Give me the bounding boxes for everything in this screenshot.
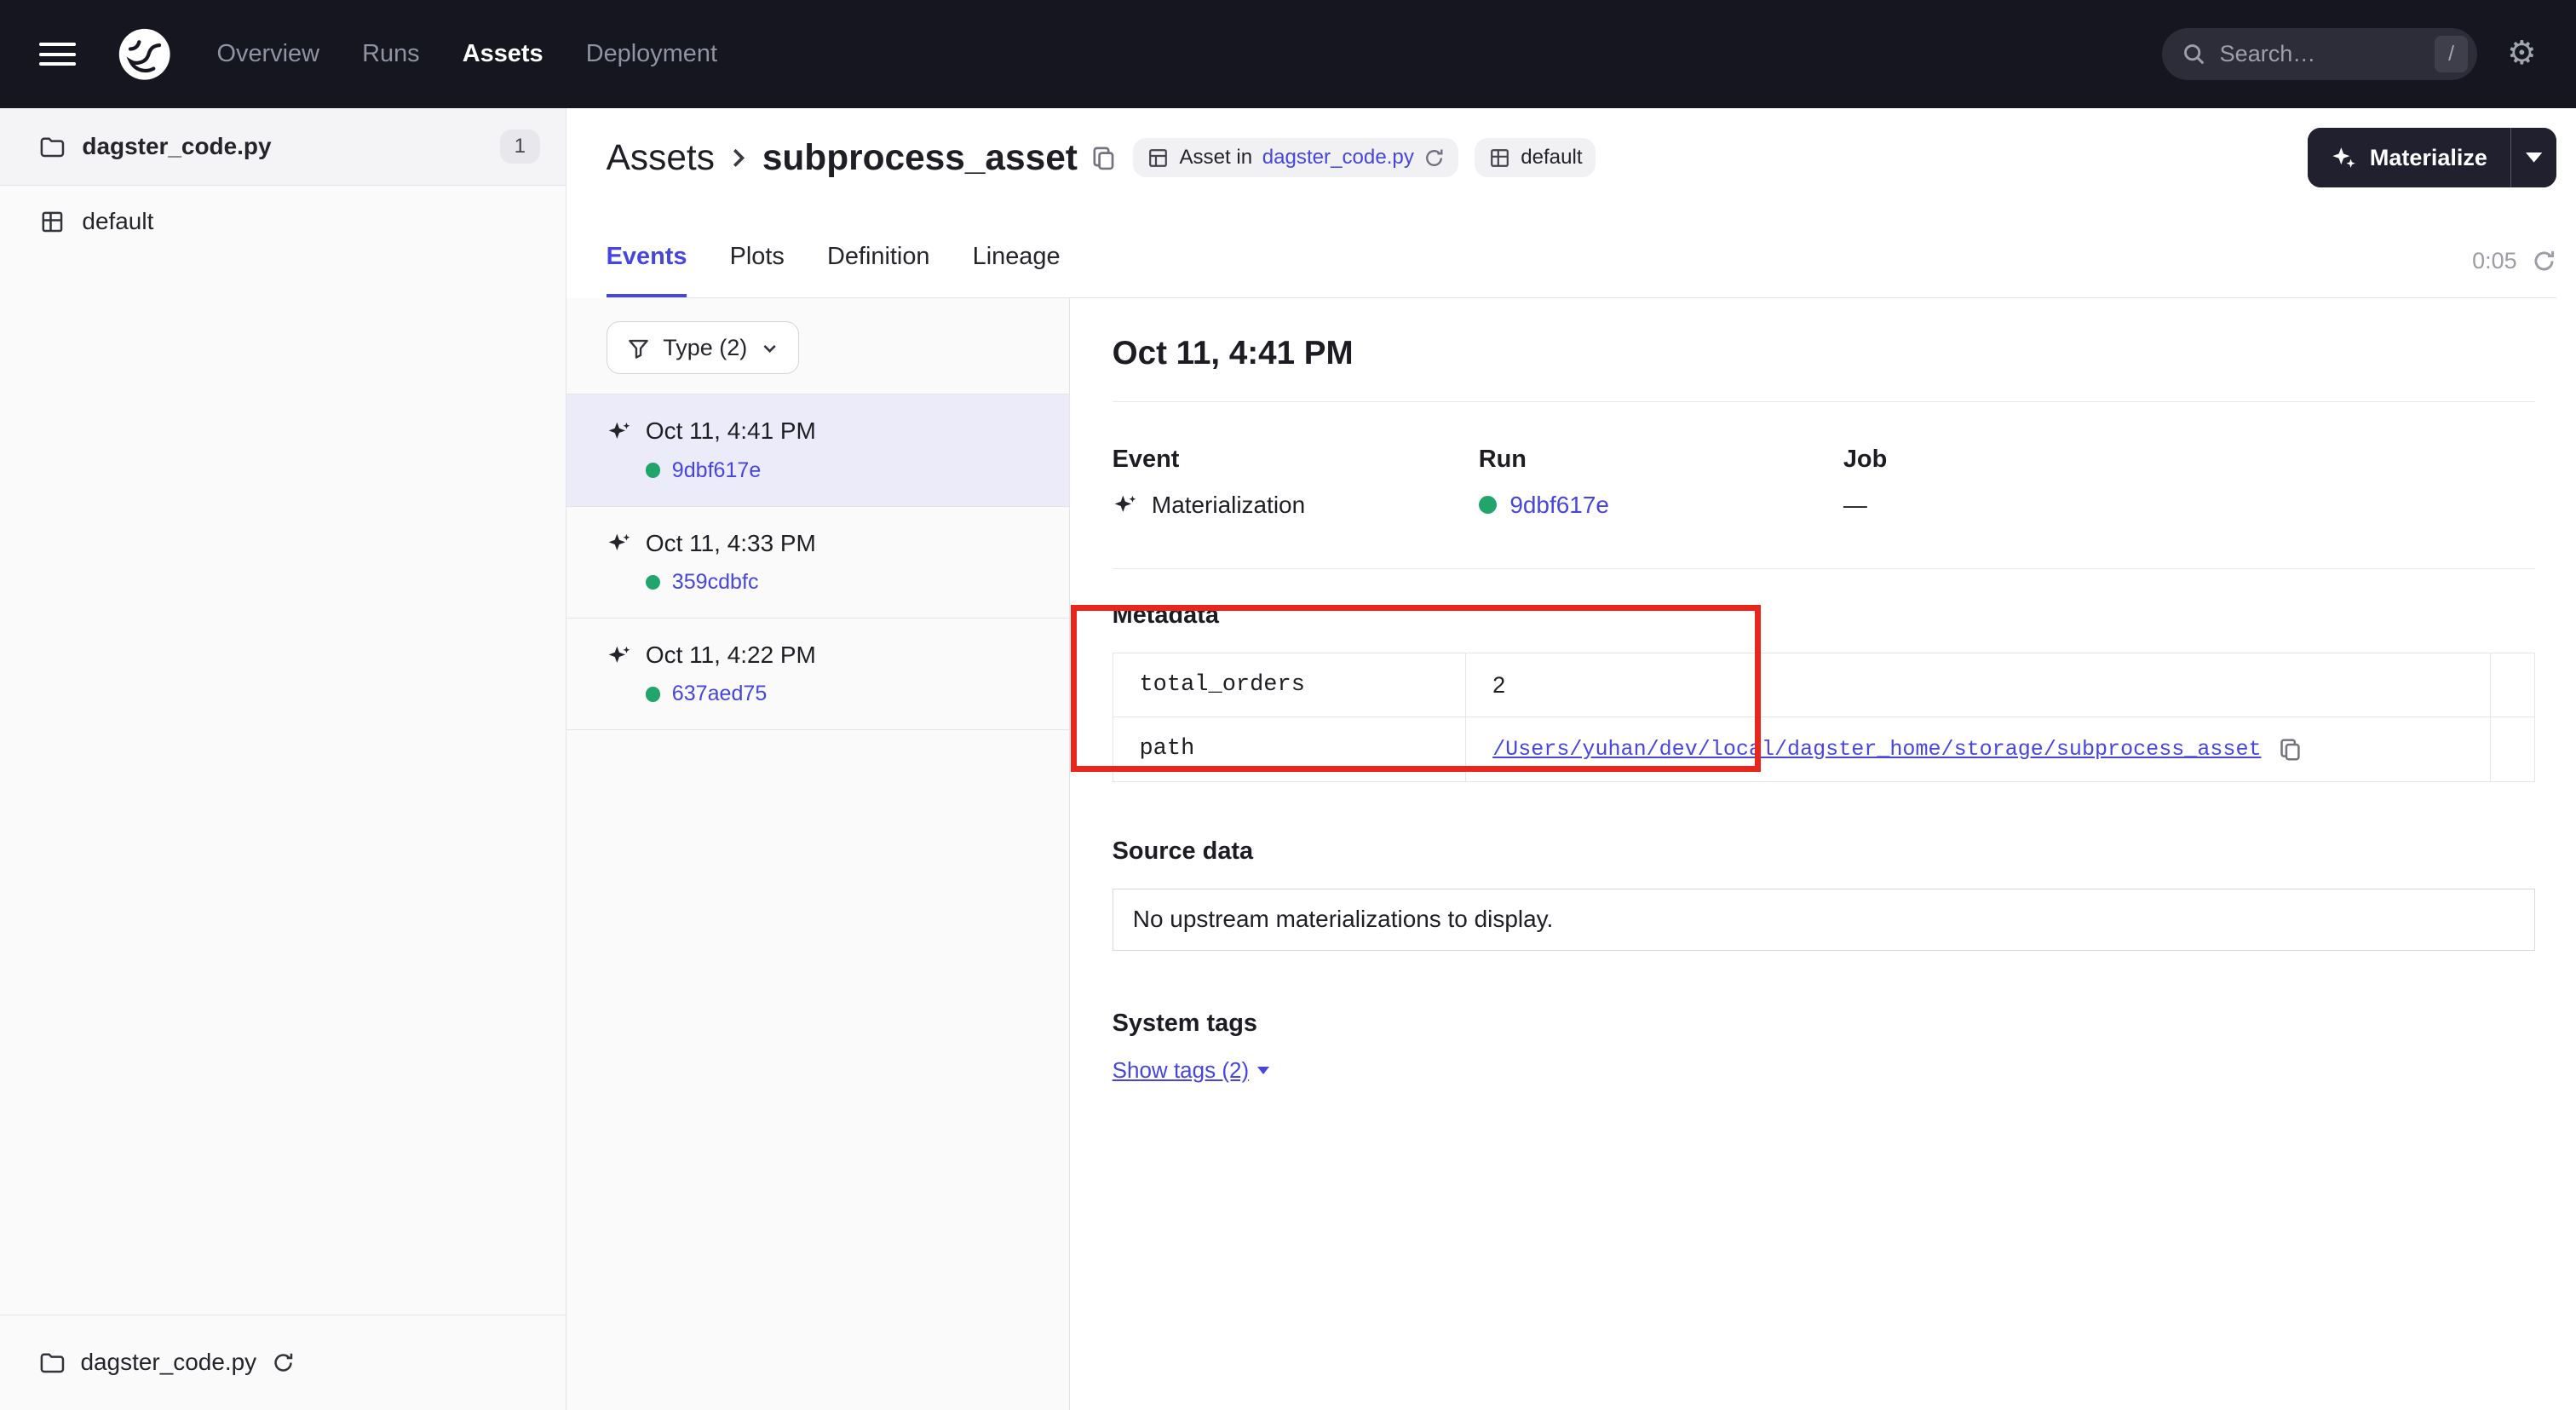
- table-row: path /Users/yuhan/dev/local/dagster_home…: [1113, 717, 2534, 781]
- type-filter-label: Type (2): [663, 335, 747, 361]
- settings-gear-icon[interactable]: ⚙: [2507, 37, 2537, 71]
- asset-group-icon: [39, 209, 66, 235]
- run-status-dot: [1479, 496, 1497, 514]
- page-title: subprocess_asset: [762, 137, 1078, 178]
- source-data-empty-message: No upstream materializations to display.: [1113, 889, 2535, 951]
- event-detail-panel: Oct 11, 4:41 PM Event Materialization Ru…: [1070, 298, 2576, 1409]
- metadata-table: total_orders 2 path /Users/yuhan/dev/loc…: [1113, 653, 2535, 781]
- run-status-dot: [646, 575, 660, 590]
- metadata-heading: Metadata: [1113, 601, 2535, 630]
- chevron-right-icon: [724, 144, 752, 172]
- code-location-link[interactable]: dagster_code.py: [1262, 146, 1414, 170]
- materialization-sparkle-icon: [1113, 492, 1139, 518]
- source-data-heading: Source data: [1113, 837, 2535, 866]
- copy-asset-name-icon[interactable]: [1090, 145, 1117, 171]
- table-icon: [1147, 147, 1170, 170]
- asset-in-location-tag: Asset in dagster_code.py: [1133, 138, 1458, 177]
- tab-plots[interactable]: Plots: [730, 243, 785, 297]
- event-detail-title: Oct 11, 4:41 PM: [1113, 335, 2535, 372]
- metadata-value: 2: [1466, 653, 2490, 717]
- materialize-dropdown-caret[interactable]: [2510, 128, 2556, 187]
- asset-tabs: Events Plots Definition Lineage 0:05: [607, 243, 2556, 298]
- sidebar-item-code-location[interactable]: dagster_code.py 1: [0, 108, 566, 186]
- asset-header: Assets subprocess_asset Asset in dagster…: [566, 108, 2576, 298]
- metadata-path-link[interactable]: /Users/yuhan/dev/local/dagster_home/stor…: [1492, 737, 2261, 762]
- search-shortcut-hint: /: [2435, 36, 2468, 72]
- sidebar-item-group-default[interactable]: default: [0, 186, 566, 258]
- event-summary: Event Materialization Run 9dbf617e: [1113, 446, 2535, 519]
- show-tags-label: Show tags (2): [1113, 1057, 1250, 1084]
- folder-icon: [39, 1350, 66, 1376]
- refresh-icon[interactable]: [2532, 249, 2556, 273]
- search-box[interactable]: /: [2162, 28, 2477, 81]
- asset-in-label: Asset in: [1179, 146, 1252, 170]
- type-filter-button[interactable]: Type (2): [607, 321, 799, 374]
- metadata-key: path: [1113, 717, 1466, 781]
- reload-icon[interactable]: [1423, 147, 1445, 169]
- run-id-link[interactable]: 9dbf617e: [1509, 492, 1609, 519]
- breadcrumb: Assets subprocess_asset Asset in dagster…: [607, 128, 2556, 187]
- nav-item-deployment[interactable]: Deployment: [586, 40, 717, 68]
- event-type-value: Materialization: [1152, 492, 1305, 519]
- top-navbar: Overview Runs Assets Deployment / ⚙: [0, 0, 2576, 108]
- breadcrumb-assets-link[interactable]: Assets: [607, 137, 715, 178]
- nav-item-overview[interactable]: Overview: [217, 40, 319, 68]
- materialize-button[interactable]: Materialize: [2308, 128, 2510, 187]
- job-value: —: [1843, 492, 1867, 519]
- refresh-status: 0:05: [2472, 248, 2556, 297]
- refresh-timer: 0:05: [2472, 248, 2517, 274]
- events-list-panel: Type (2) Oct 11, 4:41 PM 9dbf617e: [566, 298, 1069, 1409]
- run-id-link[interactable]: 9dbf617e: [672, 458, 762, 483]
- materialization-sparkle-icon: [607, 418, 633, 445]
- nav-item-runs[interactable]: Runs: [362, 40, 419, 68]
- asset-count-badge: 1: [500, 129, 539, 164]
- asset-group-icon: [1488, 147, 1511, 170]
- group-tag[interactable]: default: [1475, 138, 1596, 177]
- group-tag-label: default: [1521, 146, 1582, 170]
- sidebar-footer-code-location[interactable]: dagster_code.py: [0, 1315, 566, 1410]
- main-panel: Assets subprocess_asset Asset in dagster…: [566, 108, 2576, 1409]
- footer-code-location-label: dagster_code.py: [80, 1349, 256, 1376]
- event-list-item[interactable]: Oct 11, 4:41 PM 9dbf617e: [566, 394, 1068, 506]
- system-tags-heading: System tags: [1113, 1010, 2535, 1038]
- job-label: Job: [1843, 446, 2535, 474]
- filter-funnel-icon: [627, 337, 650, 360]
- run-status-dot: [646, 463, 660, 477]
- search-icon: [2182, 42, 2206, 66]
- event-label: Event: [1113, 446, 1479, 474]
- caret-down-icon: [1257, 1067, 1269, 1074]
- run-id-link[interactable]: 359cdbfc: [672, 570, 759, 595]
- main-nav: Overview Runs Assets Deployment: [217, 40, 717, 68]
- tab-lineage[interactable]: Lineage: [973, 243, 1061, 297]
- sidebar-item-label: default: [82, 208, 153, 235]
- event-list-item[interactable]: Oct 11, 4:22 PM 637aed75: [566, 619, 1068, 730]
- event-timestamp: Oct 11, 4:22 PM: [646, 642, 816, 669]
- sparkle-icon: [2331, 145, 2357, 171]
- event-list-item[interactable]: Oct 11, 4:33 PM 359cdbfc: [566, 507, 1068, 619]
- event-timestamp: Oct 11, 4:41 PM: [646, 417, 816, 445]
- show-tags-toggle[interactable]: Show tags (2): [1113, 1057, 1269, 1084]
- materialization-sparkle-icon: [607, 530, 633, 556]
- materialize-label: Materialize: [2370, 145, 2487, 171]
- asset-sidebar: dagster_code.py 1 default dagster_code.p…: [0, 108, 566, 1409]
- run-id-link[interactable]: 637aed75: [672, 682, 768, 706]
- nav-item-assets[interactable]: Assets: [463, 40, 543, 68]
- run-label: Run: [1479, 446, 1843, 474]
- tab-events[interactable]: Events: [607, 243, 687, 297]
- chevron-down-icon: [761, 339, 779, 357]
- copy-path-icon[interactable]: [2278, 737, 2303, 762]
- event-timestamp: Oct 11, 4:33 PM: [646, 530, 816, 557]
- materialize-split-button: Materialize: [2308, 128, 2556, 187]
- run-status-dot: [646, 687, 660, 701]
- dagster-logo-icon[interactable]: [115, 25, 174, 83]
- sidebar-item-label: dagster_code.py: [82, 133, 271, 160]
- folder-icon: [39, 134, 66, 160]
- materialization-sparkle-icon: [607, 642, 633, 669]
- menu-icon[interactable]: [39, 39, 75, 69]
- table-row: total_orders 2: [1113, 653, 2534, 717]
- tab-definition[interactable]: Definition: [827, 243, 930, 297]
- reload-location-icon[interactable]: [272, 1351, 295, 1374]
- metadata-key: total_orders: [1113, 653, 1466, 717]
- search-input[interactable]: [2220, 41, 2394, 67]
